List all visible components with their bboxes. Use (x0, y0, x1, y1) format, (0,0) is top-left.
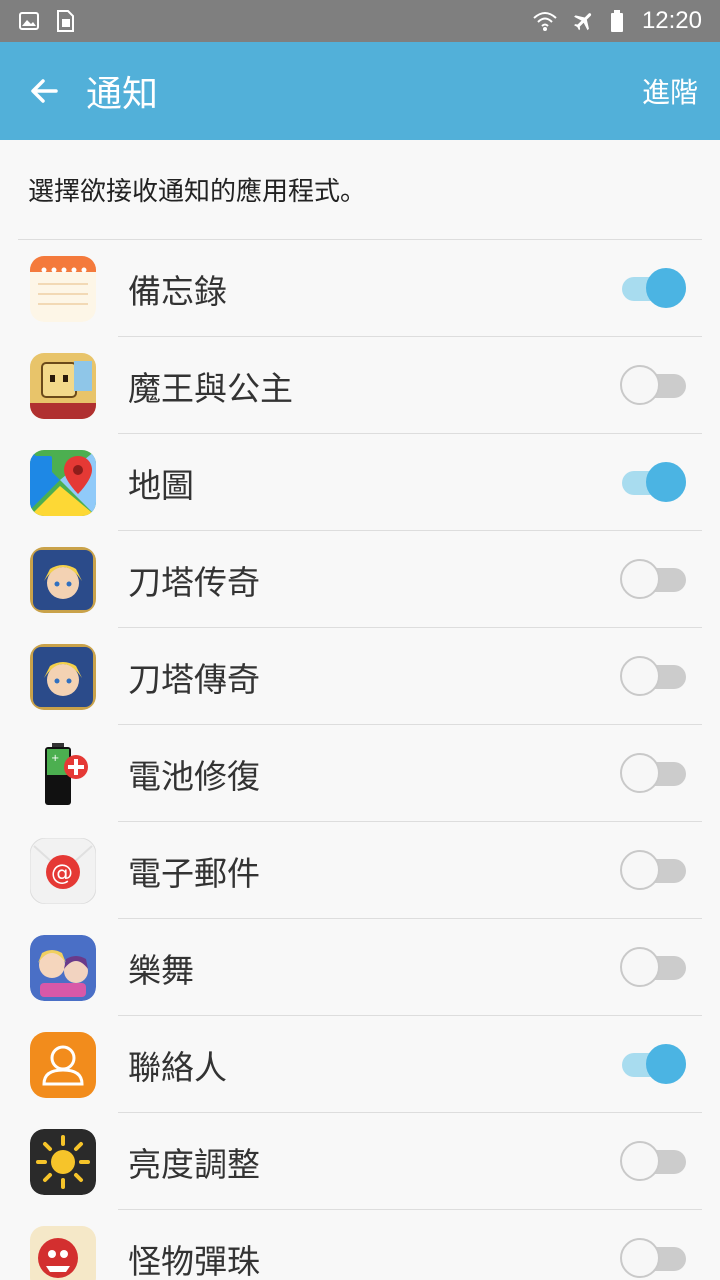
battery-repair-icon: + (30, 741, 96, 807)
app-name: 魔王與公主 (128, 368, 293, 408)
dance-game-icon (30, 934, 96, 1001)
app-row-email[interactable]: @ 電子郵件 (0, 822, 720, 919)
status-right: 12:20 (532, 7, 702, 35)
app-name: 電子郵件 (128, 853, 260, 893)
app-name: 地圖 (128, 465, 194, 505)
notification-toggle[interactable] (620, 1237, 688, 1280)
app-name: 備忘錄 (128, 271, 227, 311)
airplane-icon (574, 13, 592, 31)
maps-icon (30, 449, 96, 516)
description-text: 選擇欲接收通知的應用程式。 (18, 140, 702, 240)
monster-icon (30, 1225, 96, 1280)
status-time: 12:20 (641, 7, 702, 34)
status-bar: 12:20 (0, 0, 720, 42)
status-left (18, 9, 76, 33)
app-name: 刀塔傳奇 (128, 659, 260, 699)
app-row-monster-strike[interactable]: 怪物彈珠 (0, 1210, 720, 1280)
wifi-icon (533, 12, 557, 31)
app-row-dance[interactable]: 樂舞 (0, 919, 720, 1016)
notification-toggle[interactable] (620, 267, 688, 311)
back-button[interactable] (24, 71, 64, 111)
app-name: 刀塔传奇 (128, 562, 260, 602)
app-name: 樂舞 (128, 950, 194, 990)
notification-toggle[interactable] (620, 1140, 688, 1184)
notification-toggle[interactable] (620, 364, 688, 408)
arrow-back-icon (31, 79, 58, 103)
app-name: 聯絡人 (128, 1047, 227, 1087)
svg-text:+: + (51, 753, 59, 764)
email-icon: @ (30, 837, 96, 904)
app-list: 備忘錄 魔王與公主 地圖 刀塔传奇 刀塔傳奇 + 電池修復 @ 電子郵件 樂舞 … (0, 240, 720, 1280)
brightness-icon (30, 1128, 96, 1195)
app-row-maps[interactable]: 地圖 (0, 434, 720, 531)
game-hero-icon (30, 643, 96, 710)
notification-toggle[interactable] (620, 752, 688, 796)
app-name: 亮度調整 (128, 1144, 260, 1184)
notification-toggle[interactable] (620, 558, 688, 602)
notification-toggle[interactable] (620, 655, 688, 699)
battery-icon (610, 10, 623, 32)
app-row-demon-princess[interactable]: 魔王與公主 (0, 337, 720, 434)
app-bar: 通知 進階 (0, 42, 720, 140)
contacts-icon (30, 1031, 96, 1098)
game-icon (30, 352, 96, 419)
app-name: 電池修復 (128, 756, 260, 796)
sim-icon (57, 10, 74, 32)
notification-toggle[interactable] (620, 1043, 688, 1087)
notification-toggle[interactable] (620, 946, 688, 990)
notification-toggle[interactable] (620, 461, 688, 505)
app-row-brightness[interactable]: 亮度調整 (0, 1113, 720, 1210)
memo-icon (30, 255, 96, 322)
svg-text:@: @ (51, 861, 73, 886)
notification-toggle[interactable] (620, 849, 688, 893)
app-row-dota-legend-tc[interactable]: 刀塔傳奇 (0, 628, 720, 725)
advanced-button[interactable]: 進階 (642, 71, 698, 111)
game-hero-icon (30, 546, 96, 613)
app-row-dota-legend-sc[interactable]: 刀塔传奇 (0, 531, 720, 628)
page-title: 通知 (86, 74, 159, 115)
app-name: 怪物彈珠 (128, 1241, 260, 1280)
image-icon (19, 12, 39, 30)
app-row-memo[interactable]: 備忘錄 (0, 240, 720, 337)
app-row-battery-repair[interactable]: + 電池修復 (0, 725, 720, 822)
app-row-contacts[interactable]: 聯絡人 (0, 1016, 720, 1113)
